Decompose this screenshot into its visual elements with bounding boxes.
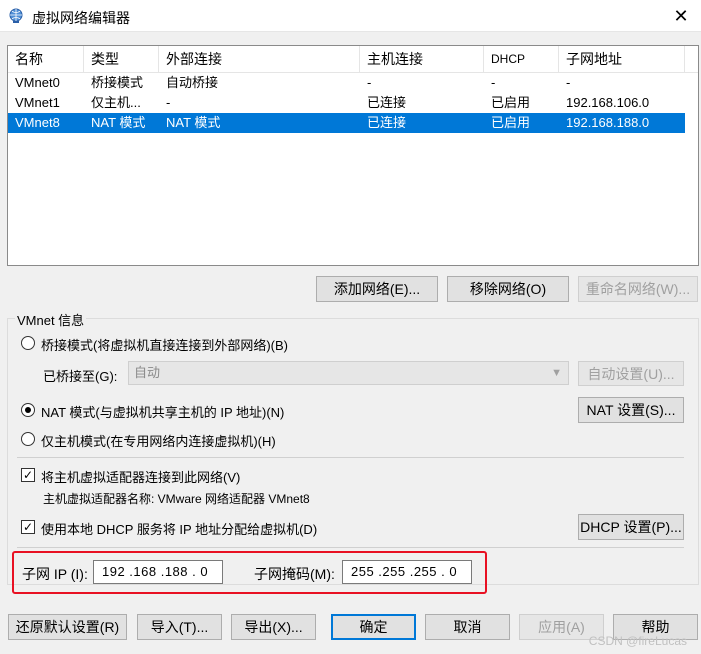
- table-row[interactable]: VMnet0 桥接模式 自动桥接 - - -: [8, 73, 685, 93]
- add-network-button[interactable]: 添加网络(E)...: [316, 276, 438, 302]
- nat-mode-label: NAT 模式(与虚拟机共享主机的 IP 地址)(N): [41, 405, 285, 420]
- chevron-down-icon: ▼: [551, 367, 562, 379]
- watermark-text: CSDN @fireLucas: [588, 634, 687, 648]
- nat-mode-radio[interactable]: [21, 403, 35, 417]
- list-header: 名称 类型 外部连接 主机连接 DHCP 子网地址: [8, 46, 698, 73]
- dhcp-service-label: 使用本地 DHCP 服务将 IP 地址分配给虚拟机(D): [41, 522, 318, 537]
- title-bar: 虚拟网络编辑器 ✕: [0, 0, 701, 32]
- host-only-mode-radio[interactable]: [21, 432, 35, 446]
- network-globe-icon: [9, 8, 23, 23]
- bridge-mode-label: 桥接模式(将虚拟机直接连接到外部网络)(B): [41, 338, 288, 353]
- dhcp-service-checkbox[interactable]: ✓: [21, 520, 35, 534]
- column-header-host[interactable]: 主机连接: [360, 46, 484, 73]
- cell-subnet: 192.168.106.0: [566, 95, 650, 110]
- cell-host: 已连接: [367, 95, 407, 110]
- subnet-mask-input[interactable]: 255 .255 .255 . 0: [342, 560, 472, 584]
- cell-host: -: [367, 75, 372, 90]
- cell-external: NAT 模式: [166, 115, 221, 130]
- ok-button[interactable]: 确定: [331, 614, 416, 640]
- bridged-to-select[interactable]: 自动 ▼: [128, 361, 569, 385]
- restore-defaults-button[interactable]: 还原默认设置(R): [8, 614, 127, 640]
- bridged-to-label: 已桥接至(G):: [43, 369, 118, 384]
- cell-host: 已连接: [367, 115, 407, 130]
- connect-adapter-label: 将主机虚拟适配器连接到此网络(V): [41, 470, 241, 485]
- cell-type: 桥接模式: [91, 75, 144, 90]
- cell-dhcp: 已启用: [491, 115, 531, 130]
- rename-network-button[interactable]: 重命名网络(W)...: [578, 276, 698, 302]
- nat-settings-button[interactable]: NAT 设置(S)...: [578, 397, 684, 423]
- cancel-button[interactable]: 取消: [425, 614, 510, 640]
- adapter-name-text: 主机虚拟适配器名称: VMware 网络适配器 VMnet8: [43, 492, 310, 506]
- column-header-type[interactable]: 类型: [84, 46, 159, 73]
- subnet-ip-label: 子网 IP (I):: [22, 566, 88, 582]
- cell-dhcp: 已启用: [491, 95, 531, 110]
- table-row[interactable]: VMnet1 仅主机... - 已连接 已启用 192.168.106.0: [8, 93, 685, 113]
- auto-settings-button[interactable]: 自动设置(U)...: [578, 361, 684, 386]
- vmnet-info-label: VMnet 信息: [15, 310, 87, 329]
- column-header-external[interactable]: 外部连接: [159, 46, 360, 73]
- cell-dhcp: -: [491, 75, 496, 90]
- cell-type: 仅主机...: [91, 95, 141, 110]
- cell-name: VMnet8: [15, 115, 60, 130]
- table-row-selected[interactable]: VMnet8 NAT 模式 NAT 模式 已连接 已启用 192.168.188…: [8, 113, 685, 133]
- subnet-ip-input[interactable]: 192 .168 .188 . 0: [93, 560, 223, 584]
- network-list[interactable]: 名称 类型 外部连接 主机连接 DHCP 子网地址 VMnet0 桥接模式 自动…: [7, 45, 699, 266]
- cell-type: NAT 模式: [91, 115, 146, 130]
- column-header-name[interactable]: 名称: [8, 46, 84, 73]
- host-only-mode-label: 仅主机模式(在专用网络内连接虚拟机)(H): [41, 434, 276, 449]
- cell-subnet: 192.168.188.0: [566, 115, 650, 130]
- cell-external: -: [166, 95, 171, 110]
- window-title: 虚拟网络编辑器: [32, 10, 130, 26]
- column-header-subnet[interactable]: 子网地址: [559, 46, 685, 73]
- remove-network-button[interactable]: 移除网络(O): [447, 276, 569, 302]
- vmnet-info-group: [7, 318, 699, 585]
- bridge-mode-radio[interactable]: [21, 336, 35, 350]
- close-icon: ✕: [673, 5, 689, 26]
- connect-adapter-checkbox[interactable]: ✓: [21, 468, 35, 482]
- separator: [17, 457, 684, 458]
- cell-subnet: -: [566, 75, 571, 90]
- cell-name: VMnet0: [15, 75, 60, 90]
- close-button[interactable]: ✕: [661, 0, 701, 32]
- subnet-mask-label: 子网掩码(M):: [254, 566, 335, 582]
- separator: [17, 547, 684, 548]
- import-button[interactable]: 导入(T)...: [137, 614, 222, 640]
- cell-external: 自动桥接: [166, 75, 219, 90]
- column-header-dhcp[interactable]: DHCP: [484, 46, 559, 73]
- bridged-to-value: 自动: [134, 365, 161, 380]
- dhcp-settings-button[interactable]: DHCP 设置(P)...: [578, 514, 684, 540]
- export-button[interactable]: 导出(X)...: [231, 614, 316, 640]
- cell-name: VMnet1: [15, 95, 60, 110]
